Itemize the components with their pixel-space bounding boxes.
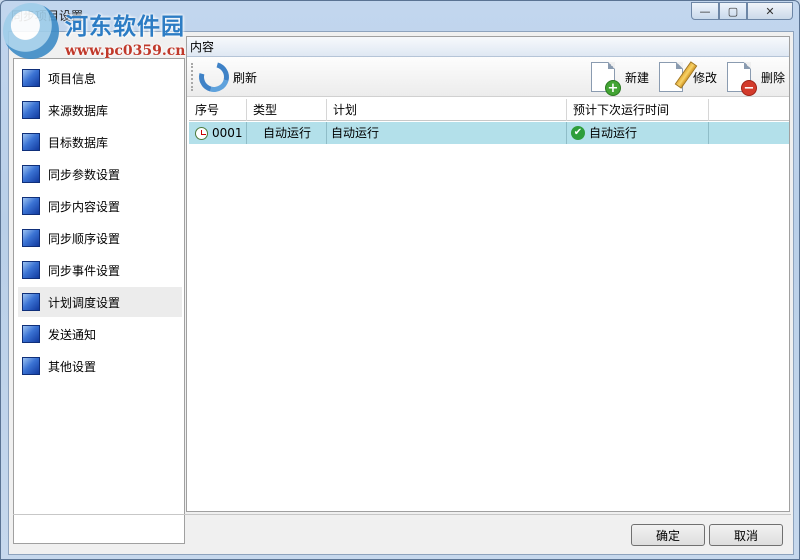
sidebar-item-label: 其他设置 xyxy=(48,359,97,374)
watermark-logo-icon xyxy=(3,3,59,59)
edit-button[interactable]: 修改 xyxy=(659,61,717,93)
maximize-button[interactable]: ▢ xyxy=(719,2,747,20)
new-document-icon: + xyxy=(591,62,621,96)
new-label: 新建 xyxy=(625,70,650,85)
blue-square-icon xyxy=(22,229,40,247)
sidebar-item-project-info[interactable]: 项目信息 xyxy=(18,63,182,93)
cell-type: 自动运行 xyxy=(247,122,327,144)
close-button[interactable]: ✕ xyxy=(747,2,793,20)
column-header-id[interactable]: 序号 xyxy=(189,99,247,121)
cancel-button[interactable]: 取消 xyxy=(709,524,783,546)
footer-divider xyxy=(13,514,791,515)
blue-square-icon xyxy=(22,133,40,151)
sidebar-item-label: 同步参数设置 xyxy=(48,167,121,182)
table-row[interactable]: 0001 自动运行 自动运行 ✔ 自动运行 xyxy=(189,122,789,144)
delete-document-icon: − xyxy=(727,62,757,96)
cell-empty xyxy=(709,122,789,144)
watermark-url: www.pc0359.cn xyxy=(65,43,186,59)
blue-square-icon xyxy=(22,293,40,311)
new-button[interactable]: + 新建 xyxy=(591,61,650,96)
delete-button[interactable]: − 删除 xyxy=(727,61,786,96)
edit-label: 修改 xyxy=(693,70,718,85)
toolbar: 刷新 + 新建 修改 − 删除 xyxy=(187,56,789,98)
toolbar-grip[interactable] xyxy=(191,63,194,91)
sidebar-item-target-db[interactable]: 目标数据库 xyxy=(18,127,182,157)
client-area: 项目信息 来源数据库 目标数据库 同步参数设置 同步内容设置 同步顺序设置 同步… xyxy=(8,31,794,555)
app-window: 同步项目设置 — ▢ ✕ 河东软件园 www.pc0359.cn 项目信息 来源… xyxy=(0,0,800,560)
watermark: 河东软件园 www.pc0359.cn xyxy=(3,3,203,65)
blue-square-icon xyxy=(22,101,40,119)
sidebar-item-label: 计划调度设置 xyxy=(48,295,121,310)
column-header-type[interactable]: 类型 xyxy=(247,99,327,121)
column-header-next-run[interactable]: 预计下次运行时间 xyxy=(567,99,709,121)
sidebar-nav: 项目信息 来源数据库 目标数据库 同步参数设置 同步内容设置 同步顺序设置 同步… xyxy=(13,58,185,544)
blue-square-icon xyxy=(22,69,40,87)
window-controls: — ▢ ✕ xyxy=(691,2,793,20)
sidebar-item-source-db[interactable]: 来源数据库 xyxy=(18,95,182,125)
blue-square-icon xyxy=(22,261,40,279)
refresh-button[interactable]: 刷新 xyxy=(193,56,258,98)
sidebar-item-label: 项目信息 xyxy=(48,71,97,86)
schedule-table: 序号 类型 计划 预计下次运行时间 0001 自动运行 自动运行 ✔ 自动运行 xyxy=(189,99,789,511)
delete-label: 删除 xyxy=(761,70,786,85)
sidebar-item-label: 目标数据库 xyxy=(48,135,109,150)
content-panel: 内容 刷新 + 新建 修改 − 删除 序号 类型 计划 预计下次运行时间 000… xyxy=(186,36,790,512)
sidebar-item-sync-params[interactable]: 同步参数设置 xyxy=(18,159,182,189)
cell-id: 0001 xyxy=(189,122,247,144)
ok-button[interactable]: 确定 xyxy=(631,524,705,546)
minus-icon: − xyxy=(741,80,757,96)
blue-square-icon xyxy=(22,165,40,183)
cell-id-text: 0001 xyxy=(212,126,243,140)
sidebar-item-schedule[interactable]: 计划调度设置 xyxy=(18,287,182,317)
plus-icon: + xyxy=(605,80,621,96)
sidebar-item-label: 同步事件设置 xyxy=(48,263,121,278)
refresh-label: 刷新 xyxy=(233,70,258,85)
check-icon: ✔ xyxy=(571,126,585,140)
edit-document-icon xyxy=(659,61,698,92)
sidebar-item-label: 同步顺序设置 xyxy=(48,231,121,246)
sidebar-item-other[interactable]: 其他设置 xyxy=(18,351,182,381)
sidebar-item-label: 来源数据库 xyxy=(48,103,109,118)
watermark-name: 河东软件园 xyxy=(65,13,185,40)
sidebar-item-sync-content[interactable]: 同步内容设置 xyxy=(18,191,182,221)
cell-plan: 自动运行 xyxy=(327,122,567,144)
sidebar-item-label: 发送通知 xyxy=(48,327,97,342)
cell-next-run: ✔ 自动运行 xyxy=(567,122,709,144)
blue-square-icon xyxy=(22,325,40,343)
clock-icon xyxy=(195,126,208,140)
blue-square-icon xyxy=(22,197,40,215)
sidebar-item-sync-order[interactable]: 同步顺序设置 xyxy=(18,223,182,253)
cell-next-run-text: 自动运行 xyxy=(589,126,638,140)
blue-square-icon xyxy=(22,357,40,375)
table-header: 序号 类型 计划 预计下次运行时间 xyxy=(189,99,789,121)
content-header: 内容 xyxy=(187,37,789,57)
sidebar-item-label: 同步内容设置 xyxy=(48,199,121,214)
minimize-button[interactable]: — xyxy=(691,2,719,20)
sidebar-item-notifications[interactable]: 发送通知 xyxy=(18,319,182,349)
column-header-plan[interactable]: 计划 xyxy=(327,99,567,121)
sidebar-item-sync-events[interactable]: 同步事件设置 xyxy=(18,255,182,285)
